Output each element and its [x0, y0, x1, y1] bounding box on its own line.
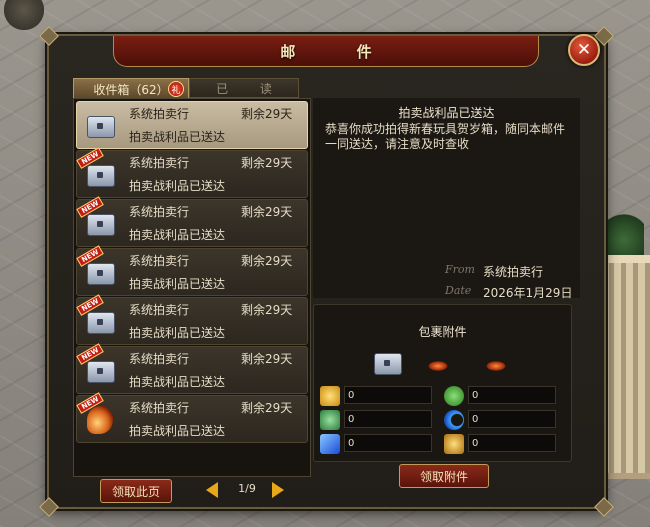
gold-ingot-icon	[320, 386, 340, 406]
chest-icon: NEW	[76, 343, 117, 387]
close-icon: ✕	[576, 39, 592, 60]
mail-subject: 拍卖战利品已送达	[129, 424, 226, 438]
window-title: 邮 件	[280, 42, 400, 61]
mail-item[interactable]: NEW 系统拍卖行 剩余29天 拍卖战利品已送达	[76, 294, 308, 345]
mail-subject: 拍卖战利品已送达	[129, 228, 226, 242]
mail-subject: 拍卖战利品已送达	[129, 277, 226, 291]
mail-expiry: 剩余29天	[241, 401, 293, 415]
mail-sender: 系统拍卖行	[129, 401, 190, 415]
mail-item[interactable]: NEW 系统拍卖行 剩余29天 拍卖战利品已送达	[76, 196, 308, 247]
from-value: 系统拍卖行	[483, 265, 544, 279]
gift-badge-icon: 礼	[168, 81, 184, 97]
scenery-rock	[4, 0, 44, 30]
tab-inbox[interactable]: 收件箱（62） 礼	[73, 78, 189, 99]
mail-subject: 拍卖战利品已送达	[129, 375, 226, 389]
mail-list: 系统拍卖行 剩余29天 拍卖战利品已送达 NEW 系统拍卖行 剩余29天 拍卖战…	[73, 98, 311, 477]
pager: 领取此页 1/9	[73, 478, 309, 504]
resource-value: 0	[344, 386, 432, 404]
attachment-chest-icon[interactable]	[374, 353, 402, 375]
detail-title: 拍卖战利品已送达	[398, 106, 495, 120]
scenery-railing	[602, 255, 650, 479]
tab-read-label: 已 读	[216, 81, 286, 96]
mail-expiry: 剩余29天	[241, 205, 293, 219]
tab-read[interactable]: 已 读	[189, 78, 299, 98]
resource-value: 0	[344, 410, 432, 428]
mail-window: 邮 件 ✕ 收件箱（62） 礼 已 读 系统拍卖行 剩余29天 拍卖战利品已送达…	[39, 26, 614, 517]
mail-item[interactable]: NEW 系统拍卖行 剩余29天 拍卖战利品已送达	[76, 245, 308, 296]
resource-value: 0	[344, 434, 432, 452]
attachment-panel: 包裹附件 0 0 0 0 0 0	[313, 304, 572, 462]
tab-inbox-label: 收件箱（62）	[93, 82, 169, 97]
prev-page-icon[interactable]	[206, 482, 218, 498]
mail-item[interactable]: NEW 系统拍卖行 剩余29天 拍卖战利品已送达	[76, 147, 308, 198]
mail-expiry: 剩余29天	[241, 352, 293, 366]
mail-sender: 系统拍卖行	[129, 352, 190, 366]
date-label: Date	[445, 284, 472, 297]
date-value: 2026年1月29日	[483, 286, 573, 300]
mail-item[interactable]: NEW 系统拍卖行 剩余29天 拍卖战利品已送达	[76, 343, 308, 394]
next-page-icon[interactable]	[272, 482, 284, 498]
collect-attachments-button[interactable]: 领取附件	[399, 464, 489, 488]
mail-sender: 系统拍卖行	[129, 205, 190, 219]
chest-icon: NEW	[76, 245, 117, 289]
mail-expiry: 剩余29天	[241, 303, 293, 317]
mail-item[interactable]: NEW 系统拍卖行 剩余29天 拍卖战利品已送达	[76, 392, 308, 443]
from-label: From	[445, 263, 475, 276]
mail-item[interactable]: 系统拍卖行 剩余29天 拍卖战利品已送达	[76, 101, 308, 149]
mail-expiry: 剩余29天	[241, 254, 293, 268]
scenery-plant	[604, 210, 644, 260]
empty-slot-glow-icon	[428, 361, 448, 371]
claim-page-button[interactable]: 领取此页	[100, 479, 172, 503]
chest-icon: NEW	[76, 147, 117, 191]
mail-sender: 系统拍卖行	[129, 254, 190, 268]
green-orb-icon	[444, 386, 464, 406]
mail-subject: 拍卖战利品已送达	[129, 326, 226, 340]
detail-body: 恭喜你成功拍得新春玩具贺岁箱，随同本邮件一同送达，请注意及时查收	[325, 122, 566, 151]
close-button[interactable]: ✕	[568, 34, 600, 66]
gold-emblem-icon	[444, 434, 464, 454]
mail-sender: 系统拍卖行	[129, 107, 190, 121]
mail-sender: 系统拍卖行	[129, 303, 190, 317]
chest-icon: NEW	[76, 294, 117, 338]
jade-coin-icon	[320, 410, 340, 430]
mail-subject: 拍卖战利品已送达	[129, 179, 226, 193]
page-indicator: 1/9	[238, 482, 256, 495]
chest-icon: NEW	[76, 196, 117, 240]
title-bar: 邮 件	[113, 36, 539, 67]
mail-subject: 拍卖战利品已送达	[129, 130, 226, 144]
mail-tabs: 收件箱（62） 礼 已 读	[73, 78, 299, 99]
flame-item-icon: NEW	[76, 392, 117, 436]
attachment-title: 包裹附件	[418, 325, 467, 339]
empty-slot-glow-icon	[486, 361, 506, 371]
mail-expiry: 剩余29天	[241, 156, 293, 170]
blue-crescent-icon	[444, 410, 464, 430]
resource-value: 0	[468, 410, 556, 428]
resource-value: 0	[468, 434, 556, 452]
blue-crystal-icon	[320, 434, 340, 454]
chest-icon	[83, 108, 117, 142]
resource-value: 0	[468, 386, 556, 404]
mail-expiry: 剩余29天	[241, 107, 293, 121]
mail-detail: 拍卖战利品已送达 恭喜你成功拍得新春玩具贺岁箱，随同本邮件一同送达，请注意及时查…	[313, 98, 580, 300]
mail-sender: 系统拍卖行	[129, 156, 190, 170]
